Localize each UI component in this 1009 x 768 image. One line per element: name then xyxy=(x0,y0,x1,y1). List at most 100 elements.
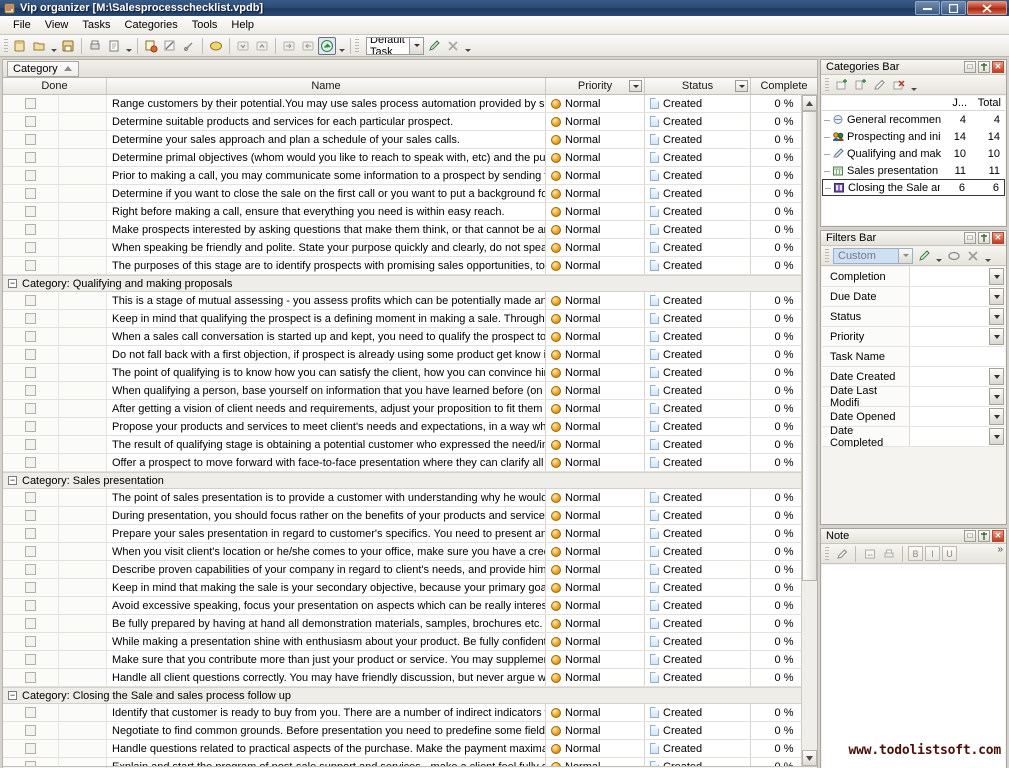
task-done-checkbox[interactable] xyxy=(25,439,36,450)
filter-preset-arrow[interactable] xyxy=(898,249,912,263)
task-row[interactable]: Avoid excessive speaking, focus your pre… xyxy=(3,597,817,615)
apply-filter-icon[interactable] xyxy=(425,37,443,55)
print-preview-icon[interactable] xyxy=(105,37,123,55)
category-row[interactable]: Sales presentation1111 xyxy=(822,162,1005,179)
indent-icon[interactable] xyxy=(280,37,298,55)
task-priority-cell[interactable]: Normal xyxy=(546,257,645,274)
task-row[interactable]: Identify that customer is ready to buy f… xyxy=(3,704,817,722)
filter-row[interactable]: Completion xyxy=(822,267,1005,287)
task-status-cell[interactable]: Created xyxy=(645,669,751,686)
task-status-cell[interactable]: Created xyxy=(645,489,751,506)
task-priority-cell[interactable]: Normal xyxy=(546,454,645,471)
filter-value-cell[interactable] xyxy=(910,267,1005,286)
task-priority-cell[interactable]: Normal xyxy=(546,579,645,596)
task-done-checkbox[interactable] xyxy=(25,707,36,718)
task-priority-cell[interactable]: Normal xyxy=(546,489,645,506)
task-done-checkbox[interactable] xyxy=(25,313,36,324)
task-row[interactable]: Propose your products and services to me… xyxy=(3,418,817,436)
maximize-button[interactable] xyxy=(941,1,966,15)
filters-bar-restore-button[interactable]: □ xyxy=(964,232,976,244)
task-row[interactable]: Describe proven capabilities of your com… xyxy=(3,561,817,579)
task-row[interactable]: The result of qualifying stage is obtain… xyxy=(3,436,817,454)
group-by-bar[interactable]: Category xyxy=(2,59,818,77)
task-row[interactable]: Prepare your sales presentation in regar… xyxy=(3,525,817,543)
outdent-icon[interactable] xyxy=(299,37,317,55)
categories-header-total[interactable]: Total xyxy=(971,96,1005,111)
task-done-checkbox[interactable] xyxy=(25,618,36,629)
task-name-cell[interactable]: The purposes of this stage are to identi… xyxy=(107,257,546,274)
task-priority-cell[interactable]: Normal xyxy=(546,561,645,578)
task-name-cell[interactable]: Handle all client questions correctly. Y… xyxy=(107,669,546,686)
filter-row[interactable]: Priority xyxy=(822,327,1005,347)
task-status-cell[interactable]: Created xyxy=(645,543,751,560)
column-header-complete[interactable]: Complete xyxy=(751,78,817,94)
task-name-cell[interactable]: The point of qualifying is to know how y… xyxy=(107,364,546,381)
task-status-cell[interactable]: Created xyxy=(645,113,751,130)
default-task-combo[interactable]: Default Task xyxy=(366,37,424,55)
task-priority-cell[interactable]: Normal xyxy=(546,131,645,148)
task-done-checkbox[interactable] xyxy=(25,636,36,647)
filter-value-cell[interactable] xyxy=(910,387,1005,406)
task-priority-cell[interactable]: Normal xyxy=(546,310,645,327)
task-name-cell[interactable]: Avoid excessive speaking, focus your pre… xyxy=(107,597,546,614)
menu-item-help[interactable]: Help xyxy=(224,17,261,33)
task-status-cell[interactable]: Created xyxy=(645,131,751,148)
task-done-checkbox[interactable] xyxy=(25,367,36,378)
move-down-icon[interactable] xyxy=(234,37,252,55)
scroll-down-button[interactable] xyxy=(802,750,817,766)
toolbar-overflow-icon[interactable] xyxy=(463,37,472,55)
bold-icon[interactable]: B xyxy=(908,546,923,561)
task-status-cell[interactable]: Created xyxy=(645,597,751,614)
task-row[interactable]: Offer a prospect to move forward with fa… xyxy=(3,454,817,472)
task-row[interactable]: Right before making a call, ensure that … xyxy=(3,203,817,221)
apply-filter-icon[interactable] xyxy=(915,247,932,264)
task-done-checkbox[interactable] xyxy=(25,242,36,253)
task-priority-cell[interactable]: Normal xyxy=(546,615,645,632)
filters-bar-close-button[interactable]: ✕ xyxy=(992,232,1004,244)
menu-item-view[interactable]: View xyxy=(38,17,76,33)
filter-dropdown-button[interactable] xyxy=(989,428,1004,445)
task-name-cell[interactable]: The point of sales presentation is to pr… xyxy=(107,489,546,506)
column-header-priority[interactable]: Priority xyxy=(546,78,645,94)
task-row[interactable]: Determine primal objectives (whom would … xyxy=(3,149,817,167)
default-task-combo-arrow[interactable] xyxy=(409,38,423,54)
task-priority-cell[interactable]: Normal xyxy=(546,292,645,309)
task-status-cell[interactable]: Created xyxy=(645,185,751,202)
task-priority-cell[interactable]: Normal xyxy=(546,239,645,256)
task-priority-cell[interactable]: Normal xyxy=(546,167,645,184)
task-priority-cell[interactable]: Normal xyxy=(546,185,645,202)
task-status-cell[interactable]: Created xyxy=(645,400,751,417)
task-done-checkbox[interactable] xyxy=(25,582,36,593)
filter-value-cell[interactable] xyxy=(910,427,1005,446)
minimize-button[interactable] xyxy=(915,1,940,15)
task-done-checkbox[interactable] xyxy=(25,672,36,683)
task-row[interactable]: Range customers by their potential.You m… xyxy=(3,95,817,113)
task-priority-cell[interactable]: Normal xyxy=(546,95,645,112)
filter-dropdown-button[interactable] xyxy=(989,368,1004,385)
task-priority-cell[interactable]: Normal xyxy=(546,346,645,363)
italic-icon[interactable]: I xyxy=(925,546,940,561)
task-status-cell[interactable]: Created xyxy=(645,364,751,381)
task-name-cell[interactable]: When you visit client's location or he/s… xyxy=(107,543,546,560)
task-status-cell[interactable]: Created xyxy=(645,310,751,327)
task-done-checkbox[interactable] xyxy=(25,457,36,468)
filter-value-cell[interactable] xyxy=(910,327,1005,346)
task-priority-cell[interactable]: Normal xyxy=(546,203,645,220)
task-done-checkbox[interactable] xyxy=(25,546,36,557)
task-status-cell[interactable]: Created xyxy=(645,722,751,739)
group-chip-category[interactable]: Category xyxy=(7,61,79,77)
task-priority-cell[interactable]: Normal xyxy=(546,364,645,381)
task-row[interactable]: Handle all client questions correctly. Y… xyxy=(3,669,817,687)
task-row[interactable]: Explain and start the program of post-sa… xyxy=(3,758,817,766)
filter-toggle-icon[interactable] xyxy=(318,37,336,55)
sort-ascending-icon[interactable] xyxy=(64,66,72,71)
task-name-cell[interactable]: Prior to making a call, you may communic… xyxy=(107,167,546,184)
scroll-up-button[interactable] xyxy=(802,95,817,111)
group-collapse-icon[interactable]: − xyxy=(8,691,17,700)
task-name-cell[interactable]: Prepare your sales presentation in regar… xyxy=(107,525,546,542)
new-category-icon[interactable] xyxy=(833,76,850,93)
column-header-done[interactable]: Done xyxy=(3,78,107,94)
filter-row[interactable]: Task Name xyxy=(822,347,1005,367)
task-status-cell[interactable]: Created xyxy=(645,328,751,345)
filter-dropdown-icon[interactable] xyxy=(337,37,346,55)
